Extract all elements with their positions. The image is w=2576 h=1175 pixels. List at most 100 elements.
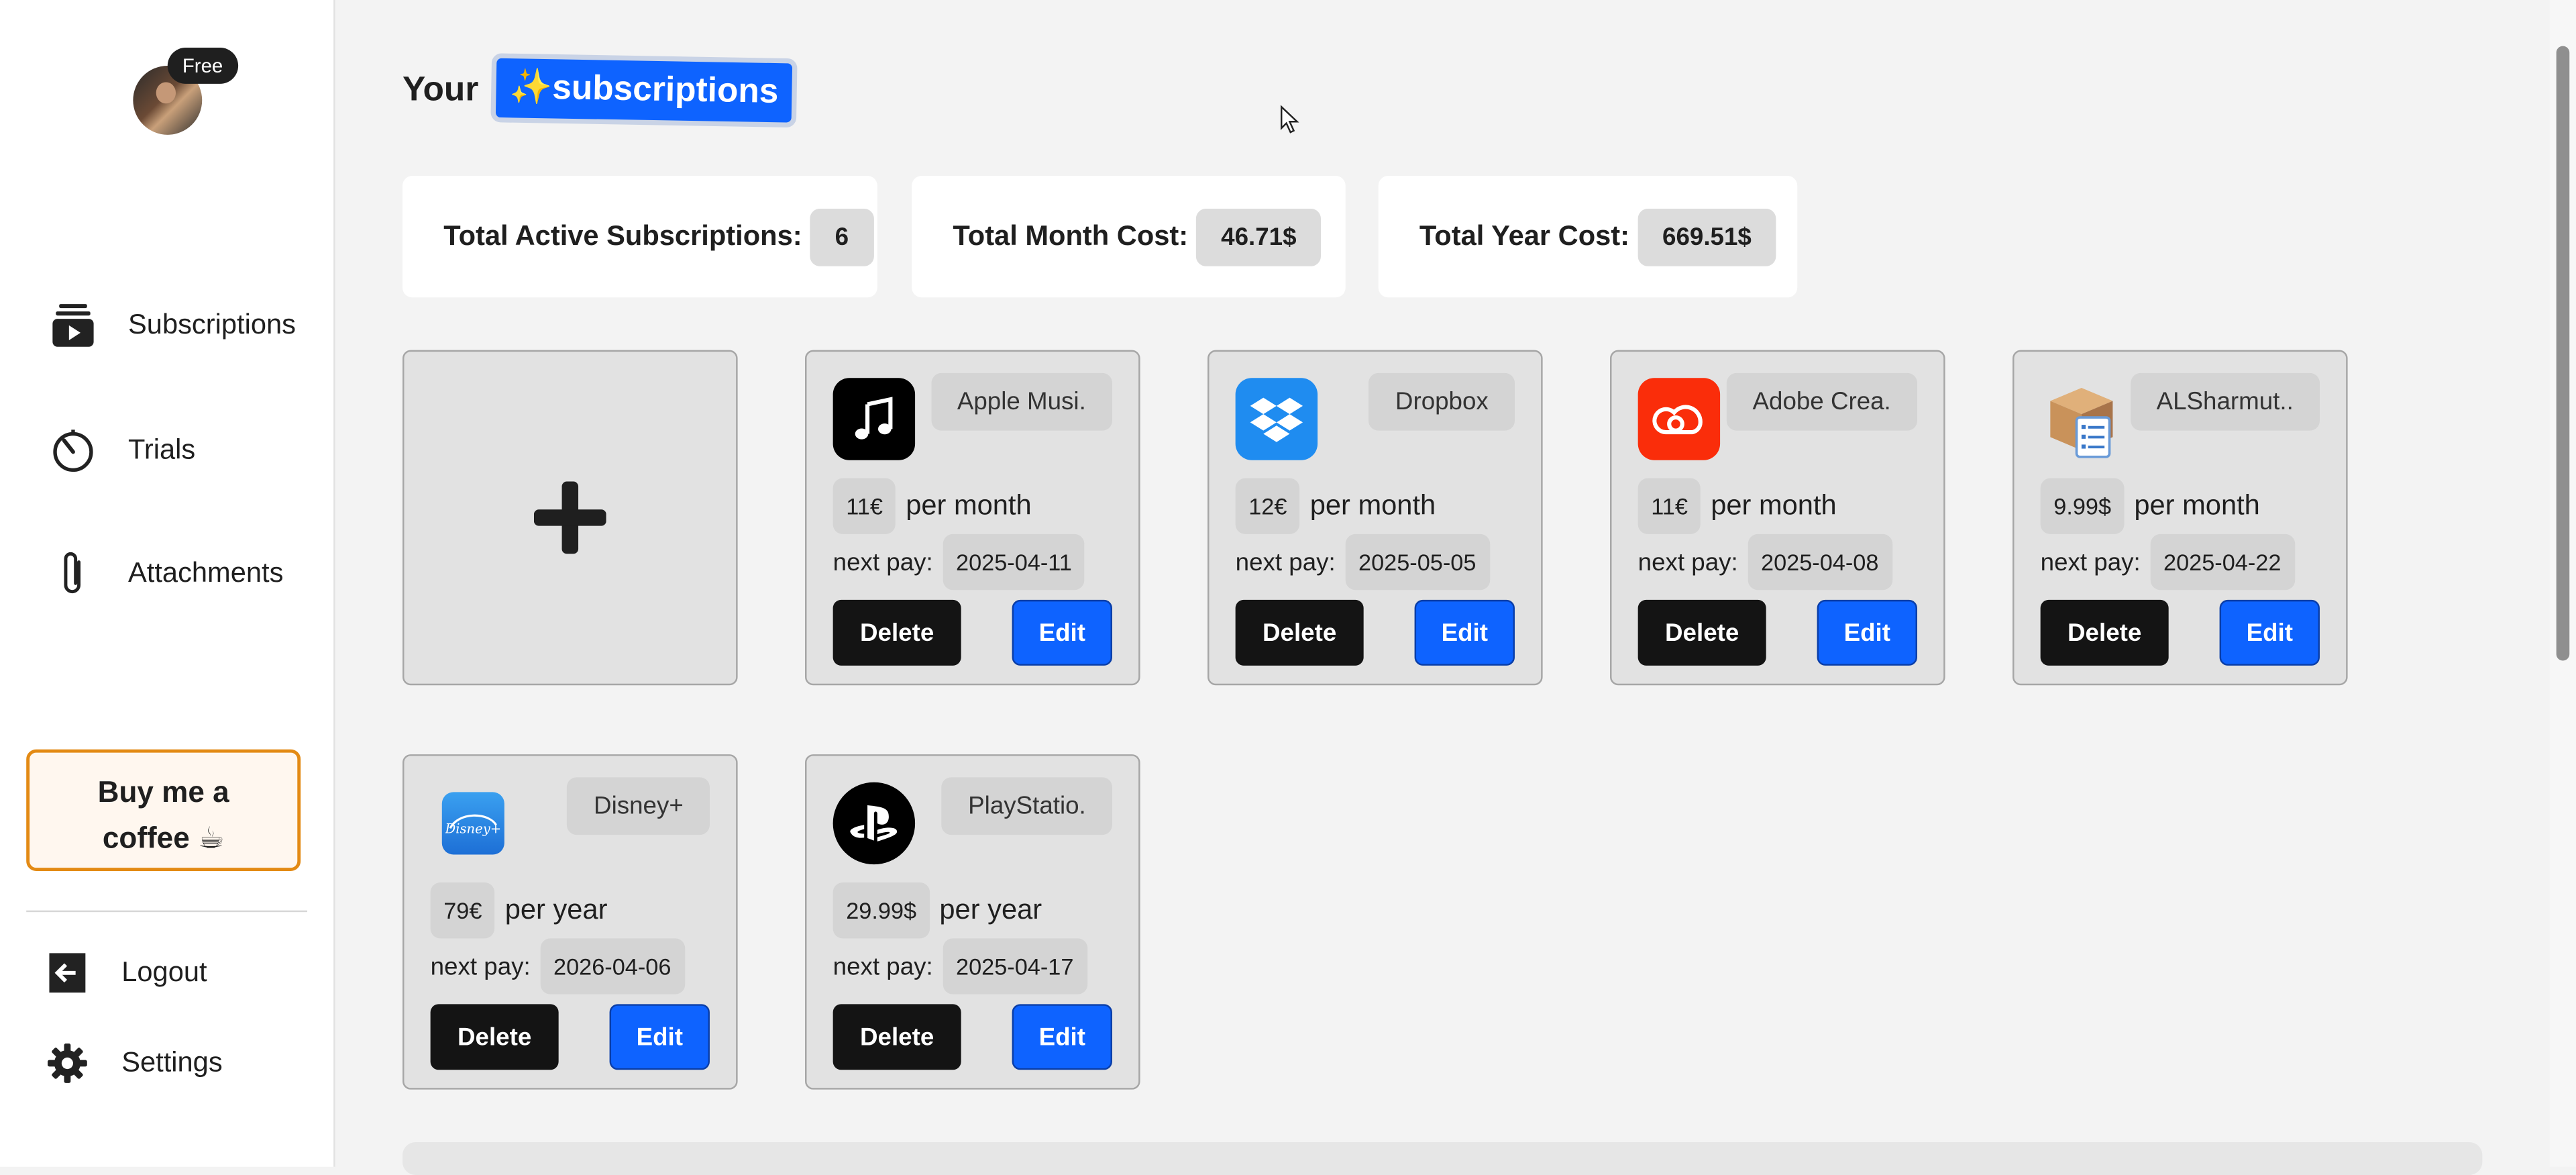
delete-button[interactable]: Delete [833,1004,961,1070]
price-value: 12€ [1235,478,1301,534]
price-period: per month [906,489,1032,521]
stat-value: 6 [810,207,873,266]
next-payment: next pay: 2025-04-22 [2040,533,2295,591]
price-value: 11€ [1638,478,1701,534]
subscription-card: Dropbox 12€ per month next pay: 2025-05-… [1208,350,1543,686]
price-value: 79€ [430,882,496,939]
edit-button[interactable]: Edit [1817,599,1917,666]
nav-label: Attachments [128,557,284,589]
plus-icon [533,481,606,554]
adobe-creative-cloud-icon [1638,378,1721,460]
stat-value: 46.71$ [1196,207,1322,266]
settings-label: Settings [121,1047,223,1078]
delete-button[interactable]: Delete [1638,599,1766,666]
next-payment: next pay: 2025-04-17 [833,938,1087,994]
next-payment: next pay: 2025-05-05 [1236,533,1490,591]
logout-button[interactable]: Logout [44,950,207,997]
coffee-line-1: Buy me a [97,775,229,809]
price-value: 9.99$ [2040,478,2125,534]
nav-item-subscriptions[interactable]: Subscriptions [51,303,296,349]
title-highlight: ✨subscriptions [491,53,798,128]
stat-label: Total Year Cost: [1419,220,1630,252]
nav-item-attachments[interactable]: Attachments [51,550,284,597]
disney-plus-icon: Disney+ [441,792,504,855]
timer-icon [51,427,95,474]
delete-button[interactable]: Delete [430,1004,559,1070]
next-pay-label: next pay: [2040,548,2141,576]
next-pay-date: 2025-05-05 [1345,533,1490,591]
price-period: per year [939,894,1042,925]
next-pay-date: 2025-04-17 [943,938,1087,994]
delete-button[interactable]: Delete [833,599,961,666]
subscription-card: Adobe Crea. 11€ per month next pay: 2025… [1610,350,1945,686]
logout-icon [44,950,89,997]
next-pay-label: next pay: [1638,548,1738,576]
stat-month-cost: Total Month Cost: 46.71$ [912,176,1346,298]
subscription-name: Apple Musi. [930,372,1112,431]
title-prefix: Your [402,70,479,109]
subscription-name: ALSharmut.. [2130,372,2320,431]
subscription-name: Disney+ [567,777,710,835]
next-payment: next pay: 2025-04-08 [1638,533,1892,591]
edit-button[interactable]: Edit [1012,1004,1112,1070]
delete-button[interactable]: Delete [2040,599,2169,666]
svg-text:Disney+: Disney+ [445,821,501,837]
box-checklist-icon [2041,378,2123,460]
stat-label: Total Month Cost: [953,220,1189,252]
coffee-line-2: coffee ☕ [102,821,225,855]
edit-button[interactable]: Edit [2219,599,2320,666]
sidebar: Free Subscriptions Trials Attachments Bu… [0,0,335,1167]
next-pay-label: next pay: [833,548,933,576]
nav-item-trials[interactable]: Trials [51,427,195,474]
next-payment: next pay: 2026-04-06 [430,938,685,994]
edit-button[interactable]: Edit [1012,599,1112,666]
edit-button[interactable]: Edit [609,1004,710,1070]
subscription-name: PlayStatio. [941,777,1112,835]
page-title: Your ✨subscriptions [402,53,798,128]
settings-button[interactable]: Settings [44,1040,223,1086]
edit-button[interactable]: Edit [1414,599,1515,666]
subscription-price: 29.99$ per year [833,882,1042,939]
nav-label: Subscriptions [128,309,296,340]
next-pay-date: 2025-04-11 [943,533,1085,591]
next-pay-date: 2025-04-22 [2150,533,2295,591]
next-pay-date: 2026-04-06 [540,938,685,994]
scrollbar-thumb[interactable] [2556,46,2570,661]
scrollbar[interactable] [2549,0,2576,1167]
delete-button[interactable]: Delete [1235,599,1364,666]
subscriptions-icon [51,303,95,349]
logout-label: Logout [121,956,207,988]
cursor-icon [1280,105,1299,134]
subscription-card: ALSharmut.. 9.99$ per month next pay: 20… [2012,350,2348,686]
add-subscription-button[interactable] [402,350,738,686]
subscription-card: Apple Musi. 11€ per month next pay: 2025… [805,350,1140,686]
price-value: 29.99$ [833,882,930,939]
divider [26,910,307,913]
subscription-name: Dropbox [1368,372,1515,431]
buy-me-a-coffee-button[interactable]: Buy me a coffee ☕ [26,749,301,871]
subscription-card: PlayStatio. 29.99$ per year next pay: 20… [805,754,1140,1090]
price-period: per year [504,894,608,925]
subscription-price: 11€ per month [1638,478,1837,534]
next-payment: next pay: 2025-04-11 [833,533,1085,591]
stat-label: Total Active Subscriptions: [443,220,802,252]
subscription-card: Disney+ Disney+ 79€ per year next pay: 2… [402,754,738,1090]
main-content: Your ✨subscriptions Total Active Subscri… [335,0,2550,1175]
stat-value: 669.51$ [1638,207,1776,266]
subscription-name: Adobe Crea. [1726,372,1917,431]
paperclip-icon [51,550,95,597]
apple-music-icon [833,378,916,460]
next-pay-date: 2025-04-08 [1748,533,1892,591]
next-pay-label: next pay: [430,952,531,980]
bottom-panel [402,1142,2483,1175]
dropbox-icon [1235,378,1318,460]
price-value: 11€ [833,478,896,534]
subscription-price: 11€ per month [833,478,1032,534]
price-period: per month [2134,489,2260,521]
plan-badge: Free [167,48,238,84]
subscription-price: 12€ per month [1235,478,1436,534]
stat-year-cost: Total Year Cost: 669.51$ [1378,176,1798,298]
subscription-price: 79€ per year [430,882,608,939]
nav-label: Trials [128,433,196,466]
next-pay-label: next pay: [833,952,933,980]
